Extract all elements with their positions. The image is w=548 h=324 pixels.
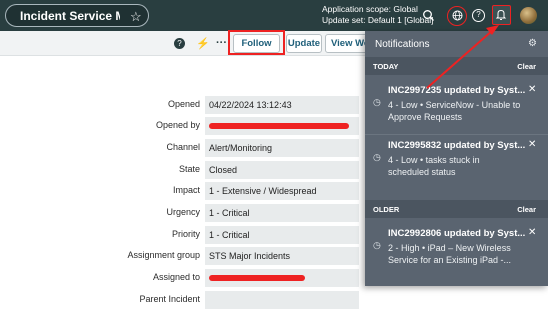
annotation-arrow <box>426 25 499 89</box>
